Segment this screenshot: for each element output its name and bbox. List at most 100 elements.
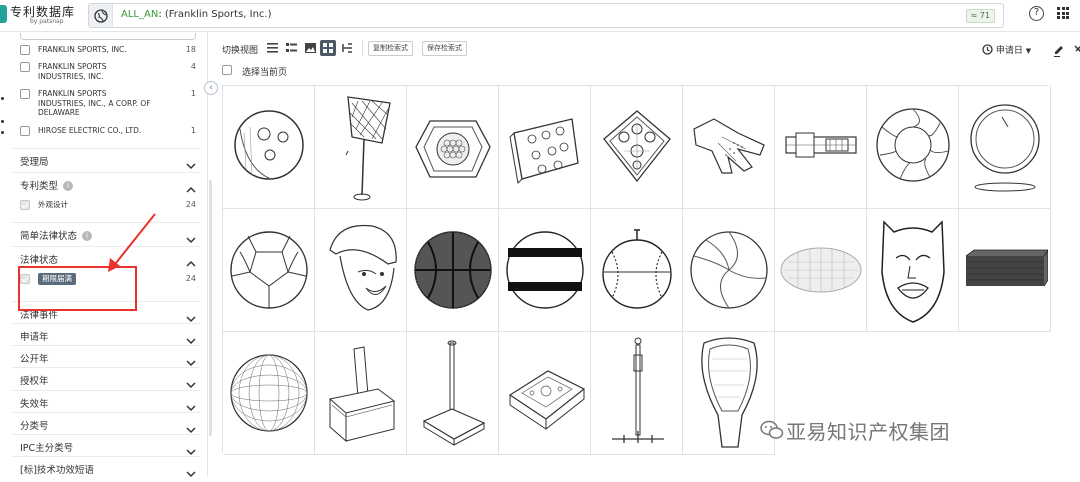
patent-image-cell[interactable] [315, 332, 407, 455]
info-icon[interactable]: i [63, 181, 74, 191]
section-expiry-year[interactable]: 失效年 [12, 390, 200, 412]
patent-image-grid [222, 85, 1051, 455]
patent-drawing-baseball [601, 229, 672, 309]
image-view-icon[interactable] [302, 40, 318, 56]
help-icon[interactable]: ? [1029, 6, 1044, 21]
logo-icon [0, 5, 7, 23]
section-application-year[interactable]: 申请年 [12, 323, 200, 345]
section-label: 分类号 [20, 421, 49, 432]
patent-drawing-lacrosse-head [700, 337, 758, 448]
info-icon[interactable]: i [82, 231, 93, 241]
patent-image-cell[interactable] [591, 209, 683, 332]
applicant-label: FRANKLIN SPORTS INDUSTRIES, INC., A CORP… [38, 89, 151, 117]
section-label: 受理局 [20, 157, 49, 168]
patent-image-cell[interactable] [959, 209, 1051, 332]
filter-search-input[interactable] [20, 33, 196, 40]
patent-drawing-net-stand [345, 96, 391, 201]
patent-image-cell[interactable] [407, 332, 499, 455]
card-view-icon[interactable] [283, 40, 299, 56]
section-label: 授权年 [20, 376, 49, 387]
patent-image-cell[interactable] [591, 86, 683, 209]
collapse-sidebar-button[interactable]: ‹ [204, 81, 218, 95]
search-query[interactable]: ALL_AN: (Franklin Sports, Inc.) [121, 9, 272, 20]
patent-image-cell[interactable] [683, 86, 775, 209]
checkbox[interactable] [222, 65, 232, 75]
section-grant-year[interactable]: 授权年 [12, 367, 200, 389]
section-receiving-office[interactable]: 受理局 [12, 148, 200, 170]
patent-drawing-textured-block [965, 249, 1048, 287]
checkbox[interactable] [20, 200, 30, 210]
chevron-up-icon[interactable] [186, 179, 196, 193]
result-count-badge: ≈ 71 [965, 9, 995, 23]
patent-image-cell[interactable] [407, 86, 499, 209]
copy-query-button[interactable]: 复制检索式 [368, 41, 413, 56]
patent-image-cell[interactable] [223, 86, 315, 209]
option-count: 24 [185, 200, 196, 209]
applicant-label: HIROSE ELECTRIC CO., LTD. [38, 126, 142, 135]
globe-icon[interactable] [89, 4, 113, 27]
query-field: ALL_AN [121, 9, 159, 20]
patent-image-cell[interactable] [407, 209, 499, 332]
patent-image-cell[interactable] [591, 332, 683, 455]
patent-image-cell[interactable] [499, 332, 591, 455]
checkbox[interactable] [20, 89, 30, 99]
chevron-down-icon[interactable] [186, 463, 196, 478]
patent-image-cell[interactable] [867, 86, 959, 209]
chevron-down-icon[interactable] [186, 352, 196, 367]
chevron-up-icon[interactable] [186, 253, 196, 267]
patent-image-cell[interactable] [315, 86, 407, 209]
section-label-text: 简单法律状态 [20, 231, 78, 242]
patent-image-cell[interactable] [223, 332, 315, 455]
section-classification[interactable]: 分类号 [12, 412, 200, 434]
sort-dropdown[interactable]: 申请日 ▼ [982, 43, 1031, 56]
chevron-down-icon[interactable] [186, 441, 196, 456]
apps-icon[interactable] [1057, 7, 1069, 19]
section-label: 法律状态 [20, 255, 59, 266]
patent-image-cell[interactable] [867, 209, 959, 332]
chevron-down-icon[interactable] [186, 229, 196, 244]
chevron-down-icon[interactable] [186, 308, 196, 323]
chart-view-icon[interactable] [339, 40, 355, 56]
patent-drawing-cap-head [328, 224, 397, 311]
save-query-button[interactable]: 保存检索式 [422, 41, 467, 56]
checkbox[interactable] [20, 126, 30, 136]
patent-image-cell[interactable] [775, 209, 867, 332]
patent-image-cell[interactable] [775, 86, 867, 209]
patent-image-cell[interactable] [683, 209, 775, 332]
chevron-down-icon[interactable] [186, 397, 196, 412]
applicant-count: 1 [190, 126, 196, 135]
chevron-down-icon[interactable] [186, 155, 196, 170]
checkbox[interactable] [20, 62, 30, 72]
section-label: 专利类型 i [20, 178, 74, 192]
list-view-icon[interactable] [264, 40, 280, 56]
chevron-down-icon[interactable] [186, 330, 196, 345]
sort-icon [982, 44, 993, 55]
checkbox[interactable] [20, 45, 30, 55]
chevron-down-icon[interactable] [186, 374, 196, 389]
section-publication-year[interactable]: 公开年 [12, 345, 200, 367]
grid-view-icon[interactable] [320, 40, 336, 56]
pen-icon[interactable] [1054, 42, 1064, 61]
patent-image-cell[interactable] [499, 86, 591, 209]
logo-subtitle: by patsnap [30, 18, 64, 25]
patent-drawing-mesh-sphere [229, 354, 308, 432]
patent-drawing-round-frame [969, 104, 1040, 192]
search-box[interactable]: ALL_AN: (Franklin Sports, Inc.) ≈ 71 [88, 3, 1004, 28]
patent-drawing-tee-base [422, 340, 485, 446]
bullet-icon [1, 131, 4, 134]
patent-drawing-puck [233, 110, 304, 180]
pin-icon[interactable] [1074, 42, 1080, 61]
patent-image-cell[interactable] [223, 209, 315, 332]
patent-image-cell[interactable] [499, 209, 591, 332]
query-text: : (Franklin Sports, Inc.) [158, 9, 272, 20]
section-ipc-main[interactable]: IPC主分类号 [12, 434, 200, 456]
section-tech-effect[interactable]: [标]技术功效短语 [12, 456, 200, 478]
sidebar-scrollbar[interactable] [209, 180, 212, 436]
patent-image-cell[interactable] [315, 209, 407, 332]
patent-drawing-swirl-ball [875, 108, 950, 182]
chevron-down-icon[interactable] [186, 419, 196, 434]
section-patent-type[interactable]: 专利类型 i [12, 172, 200, 194]
watermark-text: 亚易知识产权集团 [786, 420, 950, 444]
patent-drawing-mask [880, 220, 945, 323]
patent-image-cell[interactable] [959, 86, 1051, 209]
